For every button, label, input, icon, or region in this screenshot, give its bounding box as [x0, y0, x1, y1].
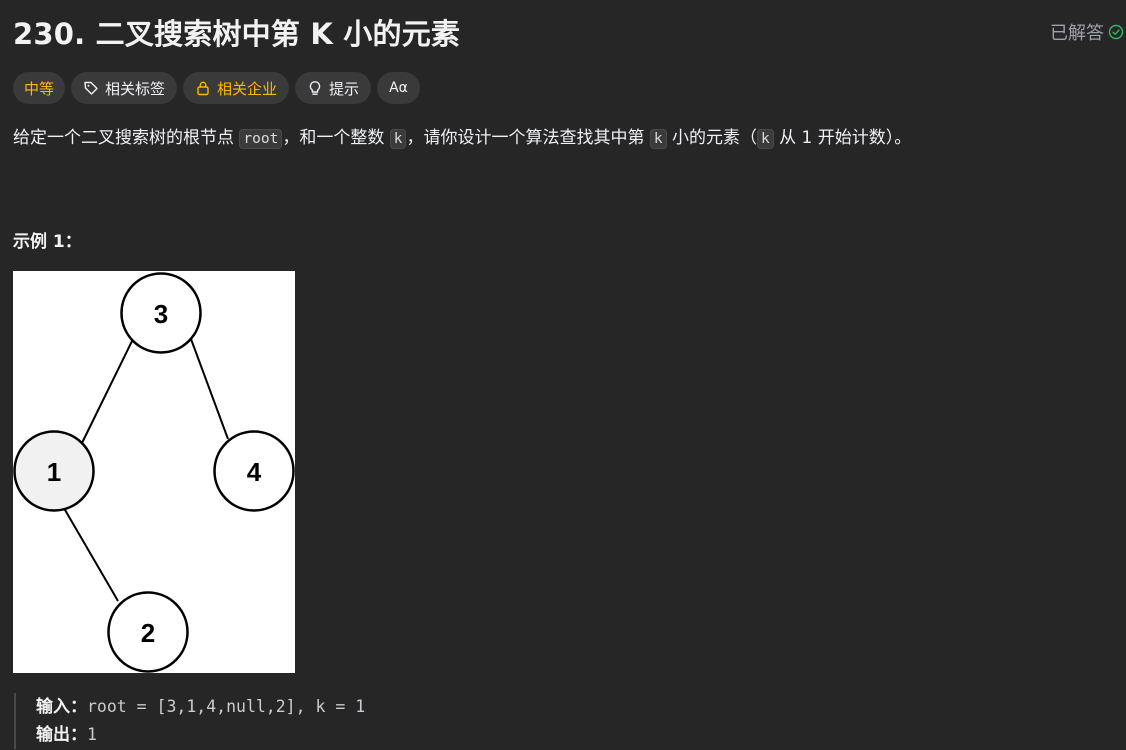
tree-edge — [190, 338, 229, 440]
tree-node: 2 — [107, 591, 189, 673]
solved-status[interactable]: 已解答 — [1050, 19, 1124, 45]
solved-label: 已解答 — [1050, 23, 1104, 44]
inline-code-k: k — [649, 129, 667, 149]
problem-header: 230. 二叉搜索树中第 K 小的元素 已解答 — [13, 0, 1126, 66]
example-output-row: 输出：1 — [36, 721, 1126, 749]
font-size-icon: Aα — [389, 80, 408, 96]
font-size-button[interactable]: Aα — [377, 72, 420, 104]
desc-text: 给定一个二叉搜索树的根节点 — [13, 128, 240, 148]
difficulty-badge: 中等 — [13, 72, 66, 104]
inline-code-k: k — [389, 129, 407, 149]
check-circle-icon — [1108, 24, 1124, 40]
inline-code-k: k — [757, 129, 774, 149]
desc-text: 小的元素（ — [666, 128, 758, 148]
example-title: 示例 1： — [13, 232, 82, 252]
tree-node-label: 3 — [154, 299, 168, 329]
example-input-row: 输入：root = [3,1,4,null,2], k = 1 — [36, 693, 1126, 721]
input-value: root = [3,1,4,null,2], k = 1 — [87, 697, 366, 716]
desc-text: ，和一个整数 — [282, 128, 390, 148]
tree-edge — [81, 336, 135, 444]
example-tree-image: 3 1 4 2 — [13, 271, 295, 673]
tree-node: 4 — [213, 430, 295, 512]
inline-code-root: root — [239, 129, 283, 149]
desc-text: ，请你设计一个算法查找其中第 — [406, 128, 650, 148]
tree-node-label: 2 — [141, 618, 155, 648]
tag-bar: 中等 相关标签 相关企业 提示 Aα — [13, 72, 1126, 104]
tree-node-label: 4 — [247, 457, 262, 487]
related-tags-button[interactable]: 相关标签 — [71, 72, 178, 104]
hint-button[interactable]: 提示 — [295, 72, 372, 104]
output-label: 输出： — [36, 725, 87, 745]
input-label: 输入： — [36, 697, 87, 717]
related-companies-button[interactable]: 相关企业 — [183, 72, 290, 104]
tree-node: 3 — [120, 272, 202, 354]
tree-edge — [60, 502, 119, 602]
tree-node-label: 1 — [47, 457, 61, 487]
tree-node: 1 — [13, 430, 95, 512]
lightbulb-icon — [309, 81, 321, 95]
difficulty-label: 中等 — [24, 79, 55, 98]
problem-page: 230. 二叉搜索树中第 K 小的元素 已解答 中等 相关标签 相关企业 提示 … — [0, 0, 1126, 750]
hint-label: 提示 — [329, 79, 360, 98]
output-value: 1 — [87, 725, 97, 744]
problem-description: 给定一个二叉搜索树的根节点 root ，和一个整数 k ，请你设计一个算法查找其中第… — [13, 126, 1126, 151]
example-io: 输入：root = [3,1,4,null,2], k = 1 输出：1 — [14, 693, 1126, 749]
related-tags-label: 相关标签 — [105, 79, 166, 98]
problem-title: 230. 二叉搜索树中第 K 小的元素 — [13, 17, 461, 51]
related-companies-label: 相关企业 — [217, 79, 278, 98]
lock-icon — [197, 81, 209, 96]
tag-icon — [84, 81, 98, 95]
desc-text: 从 1 开始计数）。 — [773, 128, 912, 148]
